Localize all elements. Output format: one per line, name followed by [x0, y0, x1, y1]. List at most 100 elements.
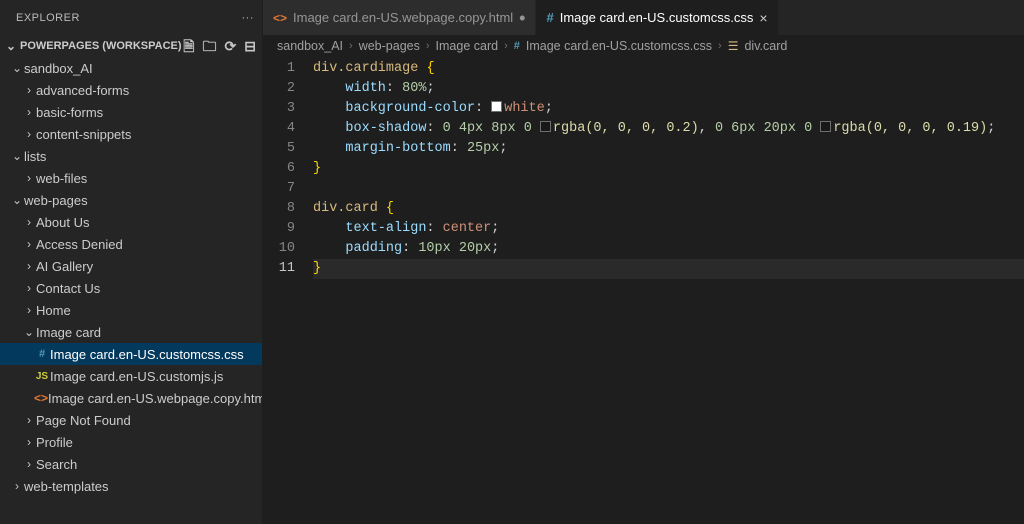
tree-label: Access Denied: [36, 237, 123, 252]
tree-folder[interactable]: ›About Us: [0, 211, 262, 233]
tree-file-html[interactable]: <>Image card.en-US.webpage.copy.html: [0, 387, 262, 409]
symbol-icon: ☰: [728, 39, 739, 53]
tree-label: Image card.en-US.webpage.copy.html: [48, 391, 262, 406]
workspace-header[interactable]: ⌄ POWERPAGES (WORKSPACE) 🗎 🗀 ⟳ ⊟: [0, 35, 262, 57]
refresh-icon[interactable]: ⟳: [225, 39, 237, 53]
tab-css[interactable]: # Image card.en-US.customcss.css ×: [536, 0, 778, 35]
chevron-down-icon: ⌄: [22, 325, 36, 339]
chevron-right-icon: ›: [22, 105, 36, 119]
tree-folder[interactable]: ›Page Not Found: [0, 409, 262, 431]
chevron-right-icon: ›: [22, 435, 36, 449]
tree-folder[interactable]: ›advanced-forms: [0, 79, 262, 101]
chevron-right-icon: ›: [22, 127, 36, 141]
new-folder-icon[interactable]: 🗀: [203, 39, 217, 53]
chevron-down-icon: ⌄: [10, 193, 24, 207]
breadcrumb-item[interactable]: Image card.en-US.customcss.css: [526, 39, 712, 53]
tree-label: Contact Us: [36, 281, 100, 296]
chevron-right-icon: ›: [22, 171, 36, 185]
chevron-right-icon: ›: [22, 281, 36, 295]
color-swatch: [491, 101, 502, 112]
workspace-actions: 🗎 🗀 ⟳ ⊟: [183, 39, 256, 53]
css-icon: #: [514, 40, 520, 52]
explorer-title: EXPLORER: [16, 12, 80, 24]
tree-folder[interactable]: ›basic-forms: [0, 101, 262, 123]
tree-folder[interactable]: ›Access Denied: [0, 233, 262, 255]
tree-file-js[interactable]: JSImage card.en-US.customjs.js: [0, 365, 262, 387]
chevron-down-icon: ⌄: [10, 61, 24, 75]
chevron-right-icon: ›: [22, 457, 36, 471]
more-icon[interactable]: ···: [242, 12, 255, 24]
color-swatch: [540, 121, 551, 132]
css-icon: #: [546, 10, 553, 25]
breadcrumb-item[interactable]: Image card: [436, 39, 499, 53]
tree-folder[interactable]: ›web-files: [0, 167, 262, 189]
tab-label: Image card.en-US.customcss.css: [560, 10, 754, 25]
tree-label: Home: [36, 303, 71, 318]
tree-label: lists: [24, 149, 46, 164]
css-icon: #: [34, 348, 50, 360]
tab-label: Image card.en-US.webpage.copy.html: [293, 10, 513, 25]
tree-label: content-snippets: [36, 127, 131, 142]
chevron-right-icon: ›: [10, 479, 24, 493]
tree-label: sandbox_AI: [24, 61, 93, 76]
line-numbers: 1234567891011: [263, 57, 313, 524]
tree-label: web-files: [36, 171, 87, 186]
tree-label: web-pages: [24, 193, 88, 208]
tree-folder[interactable]: ›Search: [0, 453, 262, 475]
editor-body[interactable]: 1234567891011 div.cardimage { width: 80%…: [263, 57, 1024, 524]
chevron-down-icon: ⌄: [4, 39, 18, 53]
tree-label: Page Not Found: [36, 413, 131, 428]
tree-folder[interactable]: ›web-templates: [0, 475, 262, 497]
chevron-right-icon: ›: [22, 83, 36, 97]
chevron-down-icon: ⌄: [10, 149, 24, 163]
chevron-right-icon: ›: [504, 40, 508, 52]
explorer-sidebar: EXPLORER ··· ⌄ POWERPAGES (WORKSPACE) 🗎 …: [0, 0, 263, 524]
chevron-right-icon: ›: [22, 237, 36, 251]
editor-main: <> Image card.en-US.webpage.copy.html • …: [263, 0, 1024, 524]
tree-folder[interactable]: ›content-snippets: [0, 123, 262, 145]
tree-label: basic-forms: [36, 105, 103, 120]
explorer-header: EXPLORER ···: [0, 0, 262, 35]
chevron-right-icon: ›: [22, 413, 36, 427]
html-icon: <>: [273, 11, 287, 25]
file-tree: ⌄ sandbox_AI ›advanced-forms ›basic-form…: [0, 57, 262, 524]
tree-folder[interactable]: ›Profile: [0, 431, 262, 453]
js-icon: JS: [34, 371, 50, 382]
html-icon: <>: [34, 391, 48, 405]
tree-folder[interactable]: ⌄lists: [0, 145, 262, 167]
close-icon[interactable]: ×: [759, 10, 767, 26]
tree-label: Search: [36, 457, 77, 472]
tree-label: Image card.en-US.customcss.css: [50, 347, 244, 362]
chevron-right-icon: ›: [22, 215, 36, 229]
breadcrumb[interactable]: sandbox_AI › web-pages › Image card › # …: [263, 35, 1024, 57]
tree-folder-webpages[interactable]: ⌄web-pages: [0, 189, 262, 211]
tree-label: Image card.en-US.customjs.js: [50, 369, 223, 384]
tree-folder[interactable]: ›Contact Us: [0, 277, 262, 299]
breadcrumb-item[interactable]: web-pages: [359, 39, 420, 53]
chevron-right-icon: ›: [718, 40, 722, 52]
breadcrumb-symbol[interactable]: div.card: [744, 39, 787, 53]
color-swatch: [820, 121, 831, 132]
chevron-right-icon: ›: [426, 40, 430, 52]
tree-file-css[interactable]: #Image card.en-US.customcss.css: [0, 343, 262, 365]
new-file-icon[interactable]: 🗎: [183, 39, 194, 53]
chevron-right-icon: ›: [22, 259, 36, 273]
modified-dot-icon: •: [519, 9, 525, 27]
chevron-right-icon: ›: [22, 303, 36, 317]
tree-label: About Us: [36, 215, 89, 230]
tree-folder[interactable]: ›Home: [0, 299, 262, 321]
workspace-name: POWERPAGES (WORKSPACE): [20, 40, 182, 52]
tree-folder-imagecard[interactable]: ⌄Image card: [0, 321, 262, 343]
tree-label: web-templates: [24, 479, 109, 494]
collapse-icon[interactable]: ⊟: [244, 39, 256, 53]
breadcrumb-item[interactable]: sandbox_AI: [277, 39, 343, 53]
tree-label: advanced-forms: [36, 83, 129, 98]
tree-label: Image card: [36, 325, 101, 340]
chevron-right-icon: ›: [349, 40, 353, 52]
tree-folder[interactable]: ›AI Gallery: [0, 255, 262, 277]
tab-bar: <> Image card.en-US.webpage.copy.html • …: [263, 0, 1024, 35]
tree-label: Profile: [36, 435, 73, 450]
tab-html[interactable]: <> Image card.en-US.webpage.copy.html •: [263, 0, 536, 35]
tree-folder-root[interactable]: ⌄ sandbox_AI: [0, 57, 262, 79]
code-area[interactable]: div.cardimage { width: 80%; background-c…: [313, 57, 1024, 524]
